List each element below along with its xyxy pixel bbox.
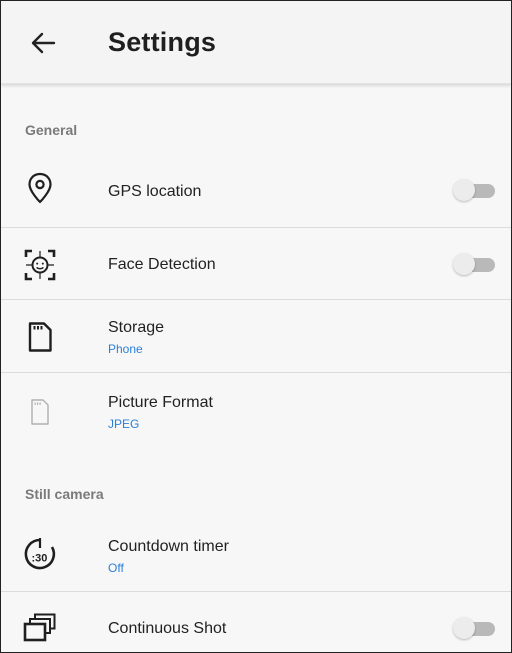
countdown-timer-icon: :30: [23, 537, 57, 571]
back-button[interactable]: [23, 23, 63, 63]
setting-continuous-shot[interactable]: Continuous Shot: [1, 592, 511, 652]
page-title: Settings: [108, 27, 217, 57]
setting-value: Off: [108, 561, 124, 575]
section-header-still-camera: Still camera: [25, 486, 104, 502]
setting-label: Face Detection: [108, 256, 216, 273]
setting-face-detection[interactable]: Face Detection: [1, 228, 511, 300]
face-detection-icon: [23, 248, 57, 282]
setting-gps-location[interactable]: GPS location: [1, 153, 511, 228]
setting-value: Phone: [108, 342, 143, 356]
setting-label: GPS location: [108, 183, 202, 200]
toggle-thumb: [453, 617, 475, 639]
picture-format-icon: [23, 395, 57, 429]
sd-card-icon: [23, 320, 57, 354]
gps-location-toggle[interactable]: [453, 179, 497, 201]
setting-label: Countdown timer: [108, 538, 229, 555]
setting-countdown-timer[interactable]: :30 Countdown timer Off: [1, 518, 511, 592]
app-bar: Settings: [1, 1, 511, 84]
section-header-general: General: [25, 122, 78, 138]
setting-picture-format[interactable]: Picture Format JPEG: [1, 373, 511, 448]
setting-label: Continuous Shot: [108, 620, 227, 637]
setting-value: JPEG: [108, 417, 140, 431]
svg-text::30: :30: [32, 553, 48, 565]
continuous-shot-icon: [23, 610, 57, 644]
toggle-thumb: [453, 253, 475, 275]
setting-label: Picture Format: [108, 394, 213, 411]
toggle-thumb: [453, 179, 475, 201]
setting-label: Storage: [108, 319, 165, 336]
location-pin-icon: [23, 171, 57, 205]
setting-storage[interactable]: Storage Phone: [1, 300, 511, 373]
continuous-shot-toggle[interactable]: [453, 617, 497, 639]
settings-screen: Settings General GPS location Face Detec…: [0, 0, 512, 653]
face-detection-toggle[interactable]: [453, 253, 497, 275]
arrow-left-icon: [31, 32, 56, 54]
